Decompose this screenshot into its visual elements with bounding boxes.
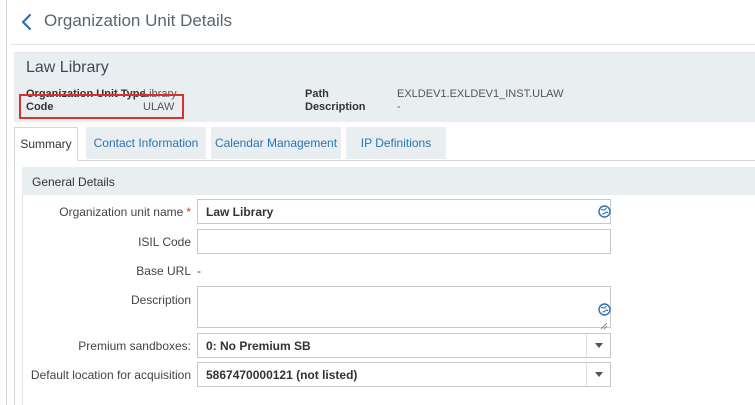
caret-down-icon[interactable]	[586, 363, 610, 386]
highlight-annotation-box	[19, 94, 184, 119]
org-unit-name-label: Organization unit name *	[59, 205, 191, 219]
tab-calendar-management[interactable]: Calendar Management	[211, 127, 341, 159]
tab-calendar-management-label: Calendar Management	[214, 136, 338, 150]
divider	[10, 44, 755, 45]
path-label: Path	[305, 88, 329, 100]
section-header: General Details	[22, 167, 755, 195]
base-url-label: Base URL	[136, 264, 191, 278]
description-value-header: -	[397, 101, 401, 113]
tab-ip-definitions-label: IP Definitions	[360, 136, 432, 150]
unit-name-heading: Law Library	[26, 59, 109, 76]
caret-down-icon[interactable]	[586, 334, 610, 357]
isil-code-label: ISIL Code	[138, 235, 191, 249]
left-border	[6, 0, 7, 405]
tab-contact-information-label: Contact Information	[93, 136, 199, 150]
description-label: Description	[130, 293, 191, 307]
org-unit-name-input[interactable]: Law Library	[197, 199, 611, 224]
description-textarea[interactable]	[197, 286, 611, 330]
isil-code-input[interactable]	[197, 229, 611, 254]
title-bar: Organization Unit Details	[10, 0, 755, 44]
base-url-value: -	[197, 264, 201, 278]
globe-icon[interactable]	[598, 205, 611, 218]
premium-sandboxes-select[interactable]: 0: No Premium SB	[197, 333, 611, 358]
tab-ip-definitions[interactable]: IP Definitions	[346, 127, 446, 159]
tab-summary[interactable]: Summary	[14, 127, 78, 161]
acq-location-select[interactable]: 5867470000121 (not listed)	[197, 362, 611, 387]
premium-sandboxes-label: Premium sandboxes:	[78, 339, 191, 353]
acq-location-value: 5867470000121 (not listed)	[206, 368, 358, 382]
globe-icon[interactable]	[598, 303, 611, 316]
required-marker: *	[186, 205, 191, 219]
section-title: General Details	[32, 175, 115, 189]
description-label-header: Description	[305, 101, 366, 113]
org-unit-name-label-text: Organization unit name	[59, 205, 184, 219]
tab-contact-information[interactable]: Contact Information	[86, 127, 206, 159]
tab-summary-label: Summary	[20, 137, 72, 151]
resize-grip-icon[interactable]	[600, 317, 608, 330]
page-title: Organization Unit Details	[44, 11, 233, 30]
premium-sandboxes-value: 0: No Premium SB	[206, 339, 311, 353]
path-value: EXLDEV1.EXLDEV1_INST.ULAW	[397, 88, 564, 100]
acq-location-label: Default location for acquisition	[30, 368, 191, 382]
chevron-left-icon[interactable]	[18, 12, 36, 32]
org-unit-name-value: Law Library	[206, 205, 274, 219]
